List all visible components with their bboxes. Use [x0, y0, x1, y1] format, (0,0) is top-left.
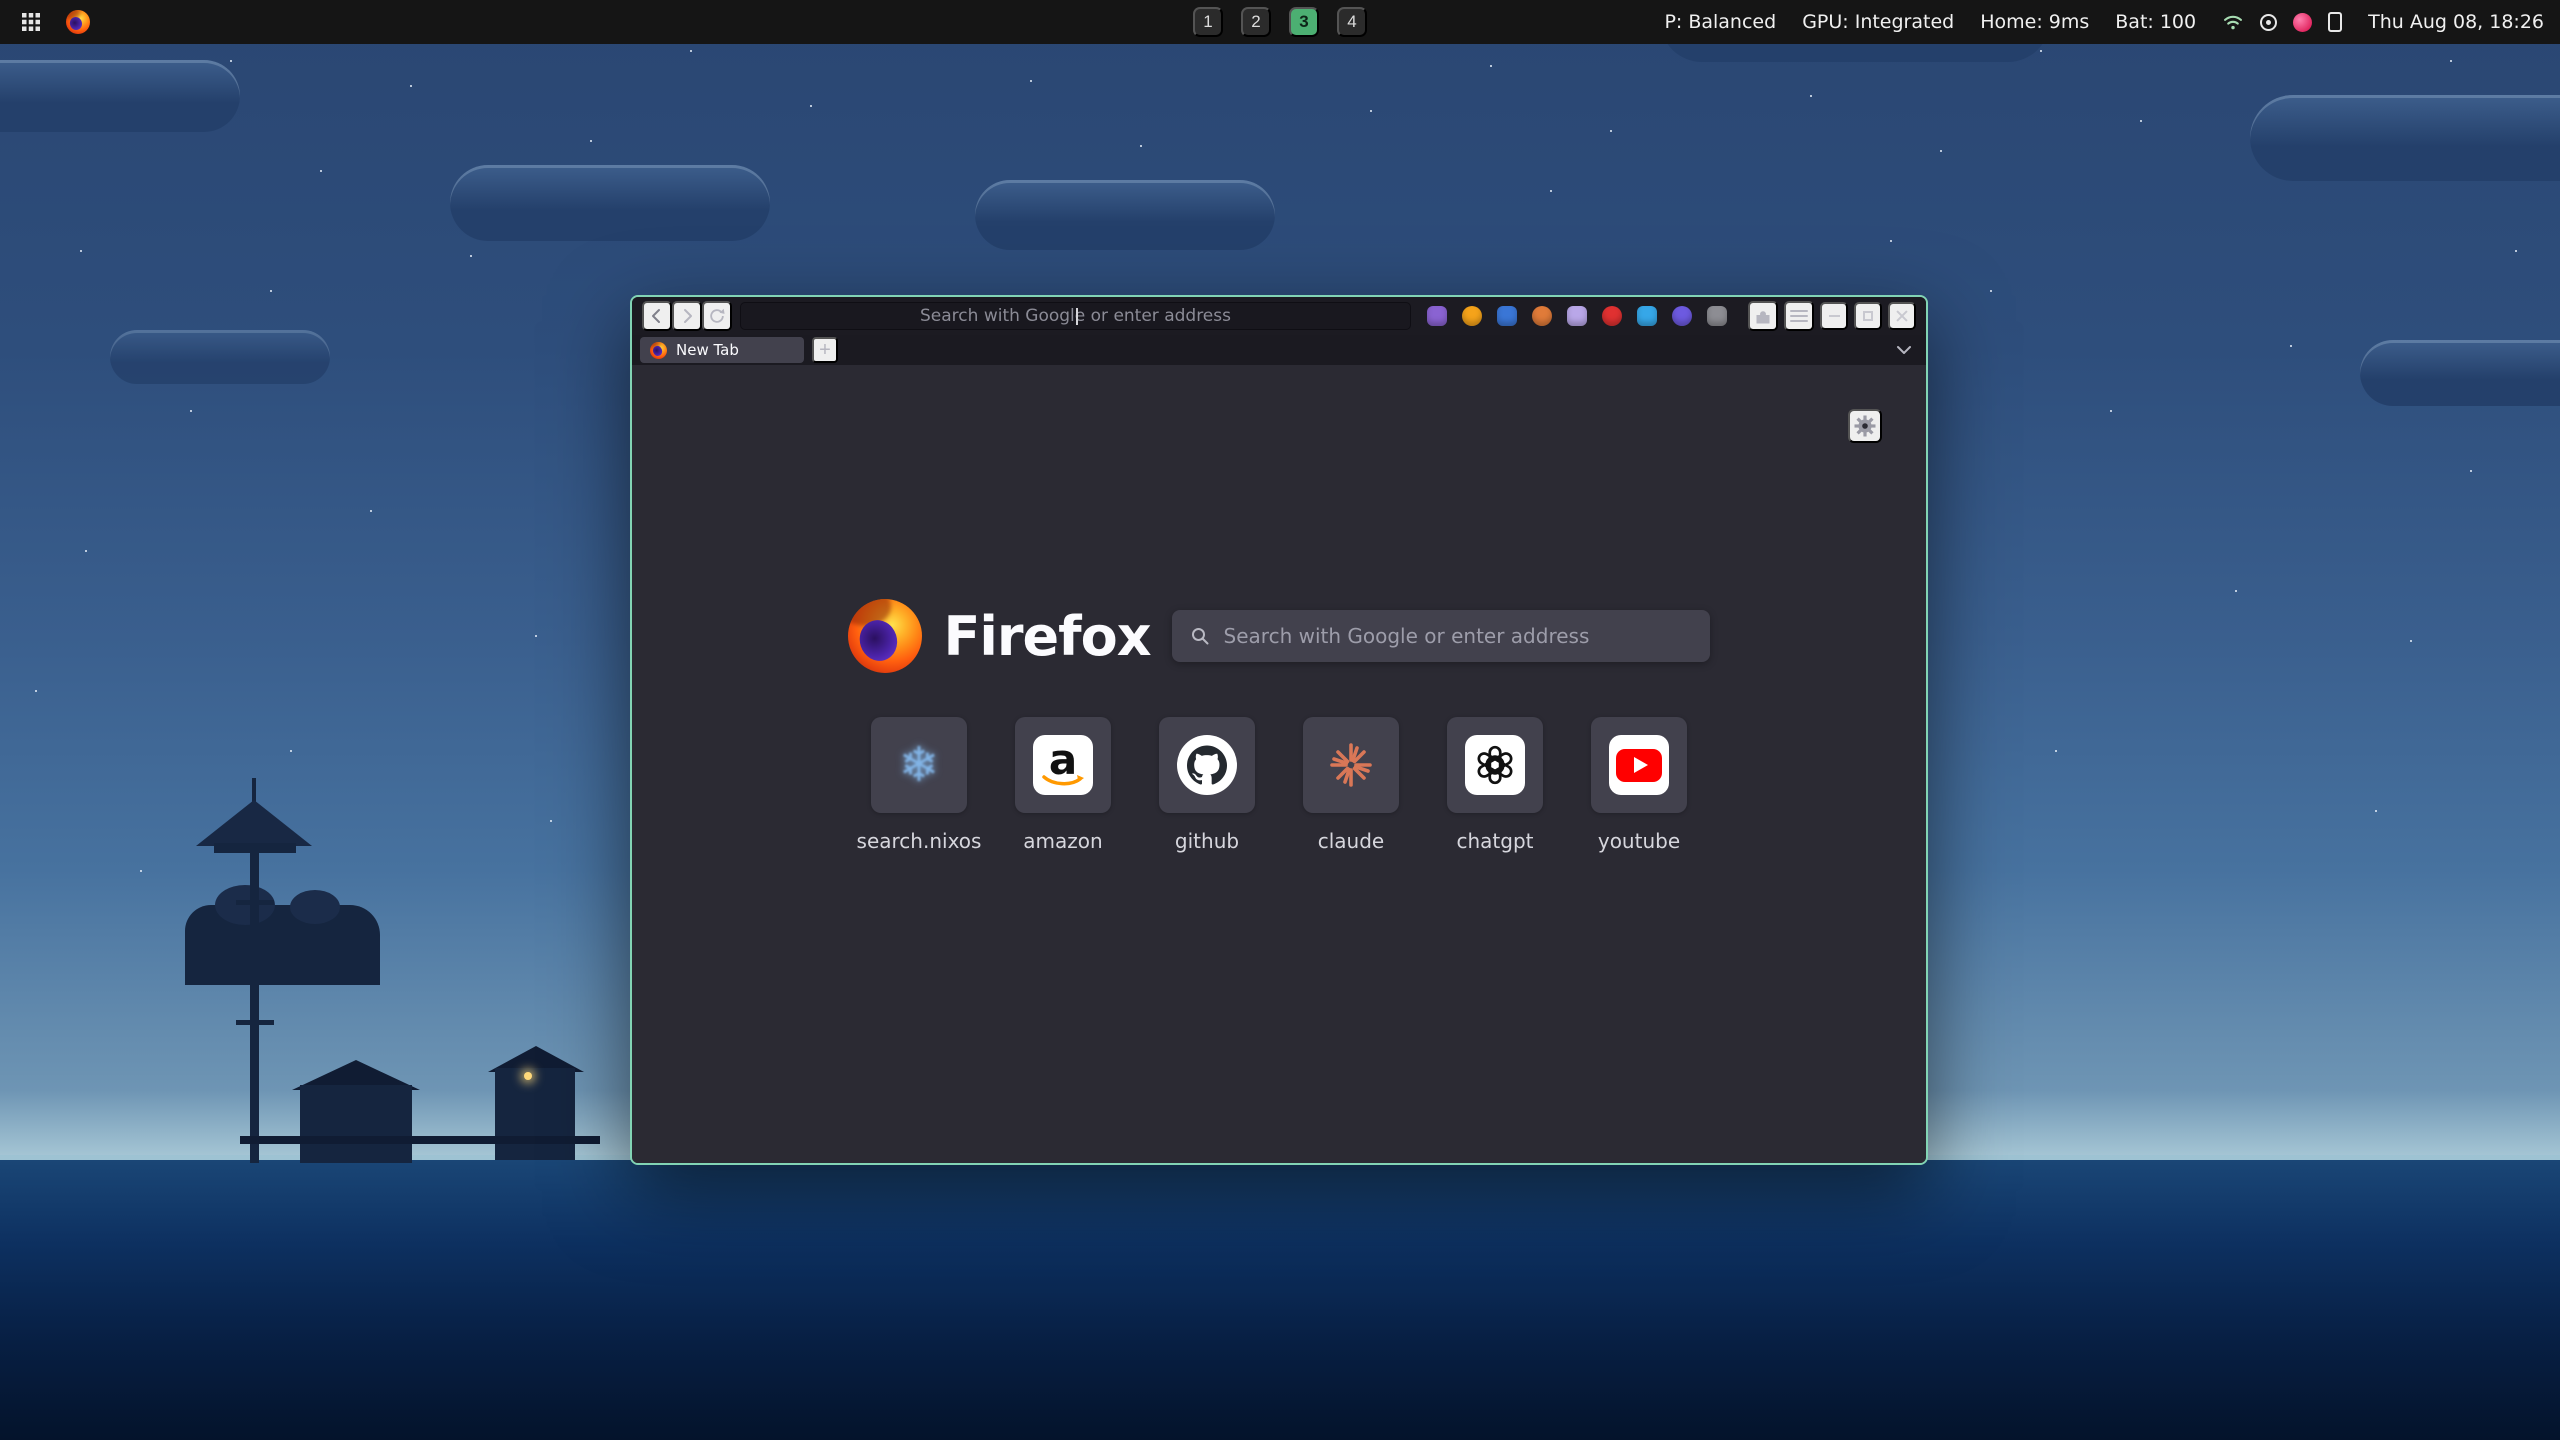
topbar-left [16, 7, 90, 37]
app-grid-icon[interactable] [16, 7, 46, 37]
new-tab-button[interactable]: + [812, 337, 838, 363]
shortcut-label: search.nixos [857, 829, 982, 853]
text-caret [1076, 308, 1078, 325]
extension-icon-6[interactable] [1602, 306, 1622, 326]
watchtower-rung [236, 1020, 274, 1025]
home-ping-status: Home: 9ms [1980, 11, 2089, 33]
extension-icon-8[interactable] [1672, 306, 1692, 326]
shortcut-chatgpt[interactable]: chatgpt [1423, 717, 1567, 853]
bluetooth-icon[interactable] [2260, 14, 2277, 31]
extension-icons [1427, 306, 1727, 326]
wifi-icon[interactable] [2222, 13, 2244, 31]
extension-icon-3[interactable] [1497, 306, 1517, 326]
amazon-icon: a [1015, 717, 1111, 813]
cloud [2250, 95, 2560, 181]
openai-knot-icon [1447, 717, 1543, 813]
top-status-bar: 1 2 3 4 P: Balanced GPU: Integrated Home… [0, 0, 2560, 44]
pier [240, 1136, 600, 1144]
extension-icon-7[interactable] [1637, 306, 1657, 326]
shortcut-amazon[interactable]: a amazon [991, 717, 1135, 853]
shortcut-label: claude [1318, 829, 1384, 853]
github-octocat-icon [1159, 717, 1255, 813]
watchtower-rung [236, 960, 274, 965]
firefox-wordmark: Firefox [943, 605, 1150, 668]
cloud [0, 60, 240, 132]
reload-button[interactable] [702, 301, 732, 331]
menu-hamburger-icon[interactable] [1784, 301, 1814, 331]
display-device-icon[interactable] [2328, 12, 2342, 32]
workspace-button-1[interactable]: 1 [1193, 7, 1223, 37]
url-bar[interactable]: Search with Google or enter address [740, 302, 1411, 330]
tab-title: New Tab [676, 341, 739, 359]
toolbar-right [1748, 301, 1916, 331]
workspace-button-3[interactable]: 3 [1289, 7, 1319, 37]
workspace-button-2[interactable]: 2 [1241, 7, 1271, 37]
shortcut-label: amazon [1023, 829, 1102, 853]
extension-icon-4[interactable] [1532, 306, 1552, 326]
close-button[interactable] [1888, 302, 1916, 330]
watchtower-rung [236, 900, 274, 905]
cloud [2360, 340, 2560, 406]
shortcut-label: youtube [1598, 829, 1680, 853]
extension-icon-5[interactable] [1567, 306, 1587, 326]
tab-list-chevron-icon[interactable] [1896, 345, 1918, 355]
hut-lamp-light [524, 1072, 532, 1080]
firefox-logo [848, 599, 922, 673]
tab-bar: New Tab + [632, 335, 1926, 365]
browser-toolbar: Search with Google or enter address [632, 297, 1926, 335]
wallpaper-ocean [0, 1160, 2560, 1440]
youtube-play-icon [1591, 717, 1687, 813]
shore-rock [185, 905, 380, 985]
firefox-hero: Firefox Search with Google or enter addr… [632, 599, 1926, 673]
workspace-button-4[interactable]: 4 [1337, 7, 1367, 37]
firefox-window: Search with Google or enter address [630, 295, 1928, 1165]
shore-bush [290, 890, 340, 924]
shore-bush [215, 885, 275, 925]
system-tray [2222, 12, 2342, 32]
back-button[interactable] [642, 301, 672, 331]
color-indicator-icon[interactable] [2293, 13, 2312, 32]
clock: Thu Aug 08, 18:26 [2368, 11, 2544, 33]
battery-status: Bat: 100 [2115, 11, 2196, 33]
hut [300, 1085, 412, 1163]
topbar-right: P: Balanced GPU: Integrated Home: 9ms Ba… [1664, 11, 2544, 33]
tab-favicon [650, 342, 667, 359]
shortcut-claude[interactable]: claude [1279, 717, 1423, 853]
cloud [450, 165, 770, 241]
power-profile-status: P: Balanced [1664, 11, 1776, 33]
shortcut-label: chatgpt [1456, 829, 1533, 853]
extensions-puzzle-icon[interactable] [1748, 301, 1778, 331]
watchtower-roof [196, 800, 312, 846]
minimize-button[interactable] [1820, 302, 1848, 330]
extension-icon-9[interactable] [1707, 306, 1727, 326]
tab-new-tab[interactable]: New Tab [640, 337, 804, 363]
shortcut-search-nixos[interactable]: ❄ search.nixos [847, 717, 991, 853]
shortcut-grid: ❄ search.nixos a amazon [632, 717, 1926, 853]
page-settings-gear-icon[interactable] [1848, 409, 1882, 443]
shortcut-label: github [1175, 829, 1239, 853]
watchtower-pole [250, 851, 259, 1163]
shortcut-github[interactable]: github [1135, 717, 1279, 853]
workspace-switcher: 1 2 3 4 [1193, 7, 1367, 37]
maximize-button[interactable] [1854, 302, 1882, 330]
shortcut-youtube[interactable]: youtube [1567, 717, 1711, 853]
extension-icon-1[interactable] [1427, 306, 1447, 326]
newtab-search-input[interactable]: Search with Google or enter address [1172, 610, 1710, 662]
cloud [975, 180, 1275, 250]
gpu-status: GPU: Integrated [1802, 11, 1954, 33]
claude-starburst-icon [1303, 717, 1399, 813]
newtab-search-placeholder: Search with Google or enter address [1224, 624, 1590, 648]
hut [495, 1068, 575, 1160]
nixos-snowflake-icon: ❄ [871, 717, 967, 813]
new-tab-page: Firefox Search with Google or enter addr… [632, 365, 1926, 1163]
search-icon [1190, 626, 1210, 646]
cloud [110, 330, 330, 384]
firefox-launcher-icon[interactable] [66, 10, 90, 34]
forward-button[interactable] [672, 301, 702, 331]
extension-icon-2[interactable] [1462, 306, 1482, 326]
